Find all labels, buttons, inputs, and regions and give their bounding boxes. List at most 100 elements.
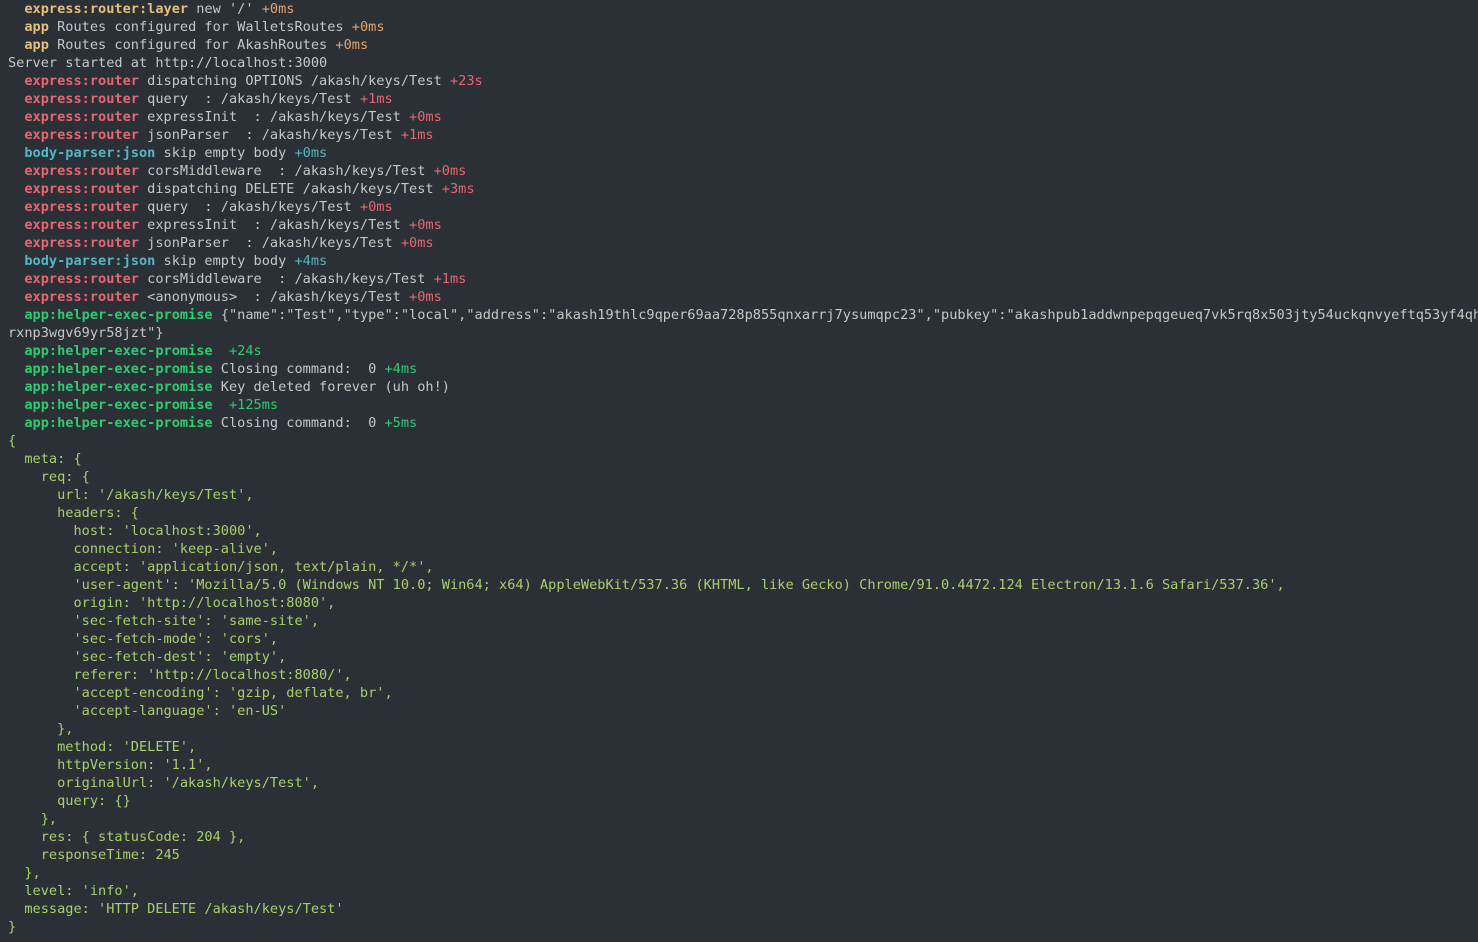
object-dump-line: accept: 'application/json, text/plain, *… (8, 559, 434, 575)
terminal-output[interactable]: express:router:layer new '/' +0ms app Ro… (0, 0, 1478, 942)
log-message: {"name":"Test","type":"local","address":… (212, 307, 1478, 323)
log-timestamp: +0ms (359, 199, 393, 215)
log-line: app:helper-exec-promise +24s (8, 342, 1470, 360)
log-message: corsMiddleware : /akash/keys/Test (138, 163, 434, 179)
log-namespace: app:helper-exec-promise (24, 415, 213, 431)
log-timestamp: +0ms (433, 163, 467, 179)
log-message: <anonymous> : /akash/keys/Test (138, 289, 410, 305)
log-indent (8, 253, 24, 269)
log-indent (8, 379, 24, 395)
log-message: skip empty body (155, 253, 295, 269)
log-message (213, 397, 229, 413)
log-indent (8, 91, 24, 107)
log-message: jsonParser : /akash/keys/Test (138, 127, 401, 143)
log-timestamp: +0ms (335, 37, 369, 53)
log-indent (8, 145, 24, 161)
log-message: expressInit : /akash/keys/Test (138, 109, 410, 125)
log-indent (8, 415, 24, 431)
log-namespace: express:router:layer (24, 1, 189, 17)
log-namespace: express:router (24, 271, 139, 287)
object-dump-line: 'sec-fetch-mode': 'cors', (8, 631, 279, 647)
log-timestamp: +1ms (400, 127, 434, 143)
object-dump-line: }, (8, 865, 41, 881)
log-line: express:router <anonymous> : /akash/keys… (8, 288, 1470, 306)
log-timestamp: +0ms (261, 1, 295, 17)
log-timestamp: +4ms (384, 361, 418, 377)
log-indent (8, 343, 24, 359)
log-line: app:helper-exec-promise Closing command:… (8, 360, 1470, 378)
log-message: rxnp3wgv69yr58jzt"} (8, 325, 164, 341)
object-dump-line: originalUrl: '/akash/keys/Test', (8, 775, 319, 791)
log-line: app Routes configured for AkashRoutes +0… (8, 36, 1470, 54)
horizontal-scrollbar[interactable] (0, 938, 1478, 942)
log-message: new '/' (188, 1, 262, 17)
object-dump-line: }, (8, 811, 58, 827)
log-line: express:router jsonParser : /akash/keys/… (8, 126, 1470, 144)
log-line: app:helper-exec-promise +125ms (8, 396, 1470, 414)
log-line: app Routes configured for WalletsRoutes … (8, 18, 1470, 36)
log-namespace: express:router (24, 127, 139, 143)
log-line: app:helper-exec-promise {"name":"Test","… (8, 306, 1478, 324)
log-line: express:router jsonParser : /akash/keys/… (8, 234, 1470, 252)
log-timestamp: +23s (449, 73, 483, 89)
log-timestamp: +24s (229, 343, 262, 359)
log-line: Server started at http://localhost:3000 (8, 54, 1470, 72)
log-line: express:router dispatching OPTIONS /akas… (8, 72, 1470, 90)
log-namespace: express:router (24, 91, 139, 107)
object-dump-line: req: { (8, 469, 90, 485)
object-dump-line: query: {} (8, 793, 131, 809)
object-dump-line: httpVersion: '1.1', (8, 757, 213, 773)
log-namespace: app:helper-exec-promise (24, 307, 213, 323)
log-timestamp: +0ms (400, 235, 434, 251)
log-message: query : /akash/keys/Test (138, 199, 360, 215)
log-message: expressInit : /akash/keys/Test (138, 217, 410, 233)
log-timestamp: +3ms (441, 181, 475, 197)
log-message: dispatching OPTIONS /akash/keys/Test (138, 73, 450, 89)
log-line: express:router expressInit : /akash/keys… (8, 108, 1470, 126)
object-dump-line: }, (8, 721, 74, 737)
log-message: query : /akash/keys/Test (138, 91, 360, 107)
log-timestamp: +1ms (359, 91, 393, 107)
log-indent (8, 1, 24, 17)
log-timestamp: +0ms (294, 145, 328, 161)
log-message: Routes configured for AkashRoutes (48, 37, 336, 53)
log-line: body-parser:json skip empty body +0ms (8, 144, 1470, 162)
log-indent (8, 37, 24, 53)
object-dump-line: 'accept-encoding': 'gzip, deflate, br', (8, 685, 393, 701)
log-indent (8, 271, 24, 287)
log-indent (8, 199, 24, 215)
object-dump-line: } (8, 919, 17, 935)
log-line: express:router corsMiddleware : /akash/k… (8, 270, 1470, 288)
log-namespace: express:router (24, 217, 139, 233)
log-indent (8, 127, 24, 143)
log-line: express:router:layer new '/' +0ms (8, 0, 1470, 18)
log-timestamp: +4ms (294, 253, 328, 269)
log-indent (8, 163, 24, 179)
object-dump-line: 'accept-language': 'en-US' (8, 703, 287, 719)
log-message: corsMiddleware : /akash/keys/Test (138, 271, 434, 287)
log-namespace: app (24, 37, 49, 53)
log-namespace: app:helper-exec-promise (24, 379, 213, 395)
object-dump-line: level: 'info', (8, 883, 139, 899)
object-dump-line: method: 'DELETE', (8, 739, 197, 755)
object-dump-line: responseTime: 245 (8, 847, 180, 863)
log-line: express:router expressInit : /akash/keys… (8, 216, 1470, 234)
log-message: Key deleted forever (uh oh!) (212, 379, 450, 395)
object-dump-line: res: { statusCode: 204 }, (8, 829, 246, 845)
log-line: express:router query : /akash/keys/Test … (8, 90, 1470, 108)
log-message: dispatching DELETE /akash/keys/Test (138, 181, 442, 197)
object-dump-line: { (8, 433, 17, 449)
object-dump-line: host: 'localhost:3000', (8, 523, 262, 539)
object-dump-line: origin: 'http://localhost:8080', (8, 595, 336, 611)
log-namespace: app:helper-exec-promise (24, 397, 213, 413)
log-timestamp: +0ms (409, 217, 442, 233)
log-namespace: express:router (24, 289, 139, 305)
log-namespace: express:router (24, 109, 139, 125)
log-line: app:helper-exec-promise Key deleted fore… (8, 378, 1470, 396)
log-line: rxnp3wgv69yr58jzt"} (8, 324, 1470, 342)
log-line: app:helper-exec-promise Closing command:… (8, 414, 1470, 432)
log-indent (8, 307, 24, 323)
log-message: Routes configured for WalletsRoutes (48, 19, 352, 35)
log-timestamp: +0ms (351, 19, 385, 35)
log-indent (8, 217, 24, 233)
